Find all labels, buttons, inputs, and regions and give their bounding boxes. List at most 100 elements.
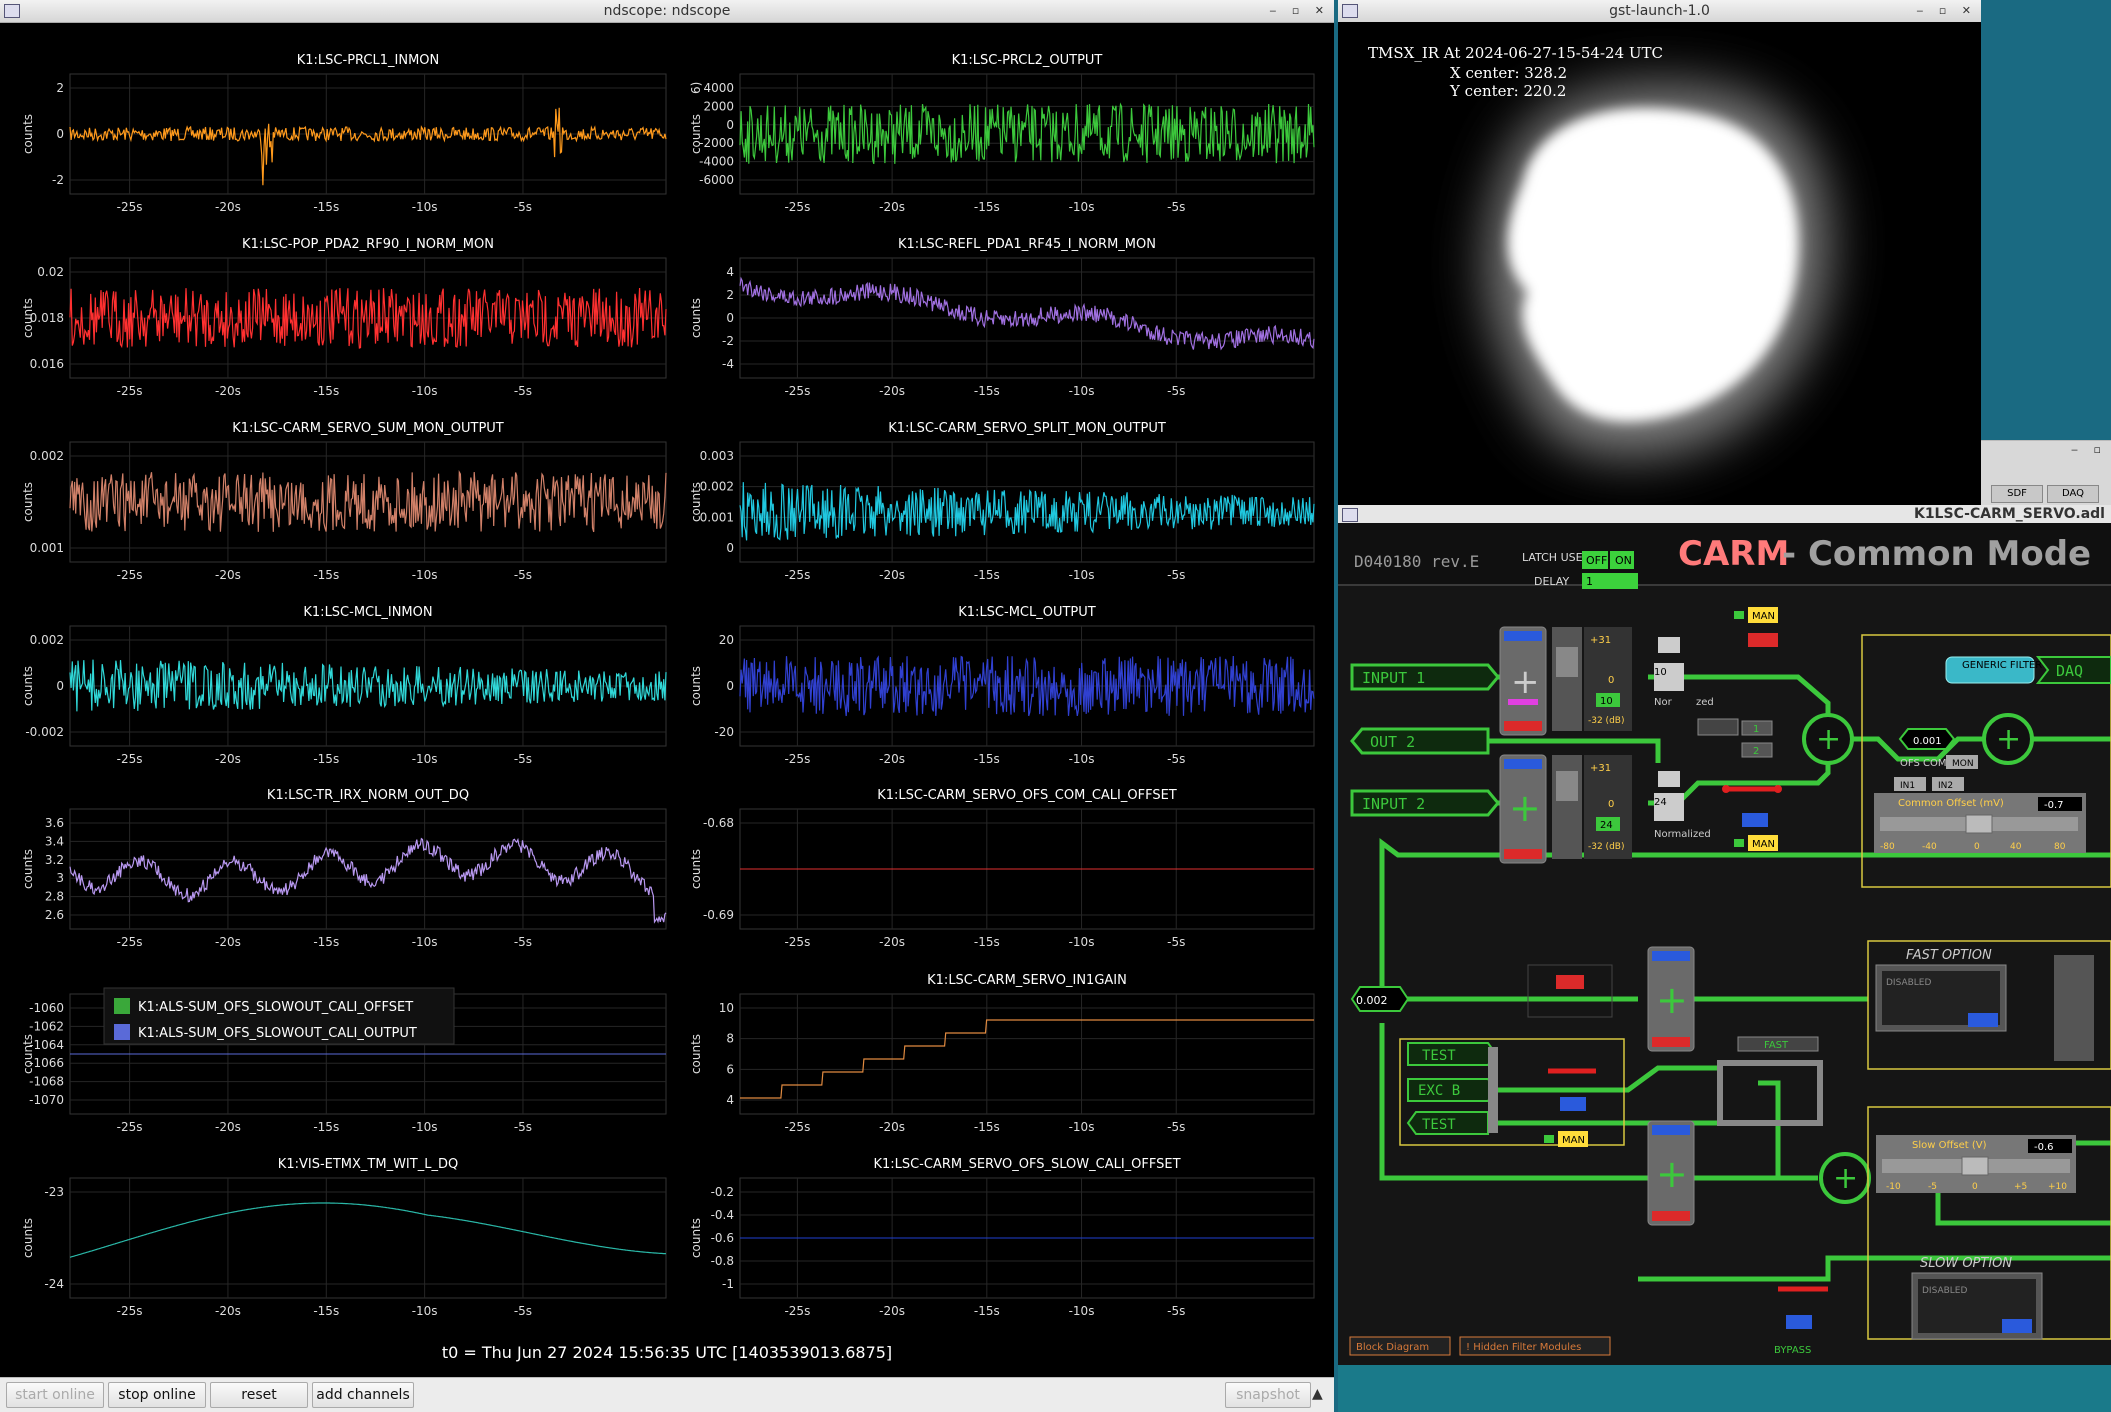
carm-titlebar[interactable]: K1LSC-CARM_SERVO.adl bbox=[1338, 505, 2111, 524]
plot-panel[interactable]: K1:LSC-MCL_OUTPUT -25s -20s -15s -10s -5s 20 0 -… bbox=[689, 605, 1315, 766]
slow-offset-value[interactable]: -0.6 bbox=[2034, 1142, 2054, 1153]
x-tick-label: -15s bbox=[313, 752, 339, 766]
window-controls[interactable]: ‒ ▫ ✕ bbox=[1916, 0, 1977, 22]
daq-button[interactable]: DAQ bbox=[2047, 485, 2099, 503]
window-controls[interactable]: ‒ ▫ ✕ bbox=[1269, 0, 1330, 22]
plot-trace bbox=[69, 837, 667, 924]
y-tick-label: 20 bbox=[719, 633, 734, 647]
norm1-value: 10 bbox=[1654, 667, 1667, 678]
snapshot-button[interactable]: snapshot bbox=[1225, 1382, 1311, 1408]
start-online-button[interactable]: start online bbox=[6, 1382, 104, 1408]
plot-panel[interactable]: K1:LSC-POP_PDA2_RF90_I_NORM_MON -25s -20s -… bbox=[21, 237, 667, 398]
exc-b-label: EXC B bbox=[1418, 1083, 1460, 1099]
svg-text:40: 40 bbox=[2010, 842, 2022, 852]
gain2-value: 24 bbox=[1600, 820, 1613, 831]
stop-online-button[interactable]: stop online bbox=[108, 1382, 206, 1408]
svg-text:0: 0 bbox=[1972, 1182, 1978, 1192]
fast-toggle[interactable] bbox=[1968, 1013, 1998, 1027]
gst-titlebar[interactable]: gst-launch-1.0 ‒ ▫ ✕ bbox=[1338, 0, 1981, 23]
plot-trace bbox=[739, 102, 1315, 165]
y-tick-label: -23 bbox=[44, 1185, 64, 1199]
doc-id-label: D040180 rev.E bbox=[1354, 552, 1479, 571]
plot-panel[interactable]: K1:LSC-PRCL1_INMON -25s -20s -15s -10s -5s 2 0 -… bbox=[21, 53, 667, 214]
y-tick-label: 0 bbox=[56, 679, 64, 693]
norm2-value: 24 bbox=[1654, 797, 1667, 808]
slow-toggle[interactable] bbox=[2002, 1319, 2032, 1333]
y-tick-label: -0.2 bbox=[711, 1185, 734, 1199]
collapse-arrow-icon[interactable]: ▲ bbox=[1312, 1386, 1323, 1402]
x-tick-label: -10s bbox=[1069, 752, 1095, 766]
add-channels-button[interactable]: add channels bbox=[312, 1382, 414, 1408]
svg-text:+: + bbox=[1816, 722, 1841, 757]
x-tick-label: -15s bbox=[974, 1304, 1000, 1318]
y-tick-label: 0.001 bbox=[700, 510, 734, 524]
x-center-readout: X center: 328.2 bbox=[1450, 64, 1567, 82]
x-tick-label: -20s bbox=[215, 935, 241, 949]
plot-panel[interactable]: K1:LSC-PRCL2_OUTPUT -25s -20s -15s -10s -5s 40… bbox=[689, 53, 1315, 214]
plot-area[interactable]: K1:LSC-PRCL1_INMON-25s -20s -15s -10s -5s20-… bbox=[0, 22, 1334, 1378]
x-tick-label: -25s bbox=[784, 1304, 810, 1318]
plot-panel[interactable]: K1:VIS-ETMX_TM_WIT_L_DQ -25s -20s -15s -10s -… bbox=[21, 1157, 667, 1318]
plot-frame bbox=[69, 441, 667, 563]
servo-red-toggle[interactable] bbox=[1556, 975, 1584, 989]
window-menu-icon[interactable] bbox=[1342, 508, 1358, 522]
common-offset-value[interactable]: -0.7 bbox=[2044, 800, 2064, 811]
block-diagram-label: Block Diagram bbox=[1356, 1342, 1429, 1353]
y-tick-label: -0.4 bbox=[711, 1208, 734, 1222]
input1-plus-icon: + bbox=[1511, 662, 1540, 702]
x-tick-label: -20s bbox=[215, 752, 241, 766]
x-tick-label: -5s bbox=[514, 1120, 532, 1134]
exc-toggle[interactable] bbox=[1560, 1097, 1586, 1111]
test-label-2: TEST bbox=[1422, 1117, 1456, 1133]
background-window[interactable]: ‒ ▫ SDF DAQ bbox=[1981, 440, 2111, 506]
gain1-max-label: +31 bbox=[1590, 635, 1611, 646]
plot-panel[interactable]: K1:LSC-CARM_SERVO_OFS_SLOW_CALI_OFFSET -2… bbox=[689, 1157, 1315, 1318]
plot-panel[interactable]: K1:LSC-CARM_SERVO_OFS_COM_CALI_OFFSET -25… bbox=[689, 788, 1315, 949]
plot-panel[interactable]: K1:LSC-CARM_SERVO_IN1GAIN -25s -20s -15s -10… bbox=[689, 973, 1315, 1134]
x-tick-label: -5s bbox=[514, 752, 532, 766]
y-axis-label: counts bbox=[689, 1034, 703, 1074]
y-tick-label: 4000 bbox=[703, 81, 734, 95]
x-tick-label: -5s bbox=[514, 935, 532, 949]
norm1-toggle[interactable] bbox=[1658, 637, 1680, 653]
y-tick-label: 3.6 bbox=[45, 816, 64, 830]
legend-swatch bbox=[114, 998, 130, 1014]
plot-panel[interactable]: K1:LSC-MCL_INMON -25s -20s -15s -10s -5s 0.002… bbox=[21, 605, 667, 766]
man-red-1[interactable] bbox=[1748, 633, 1778, 647]
x-tick-label: -10s bbox=[1069, 384, 1095, 398]
x-tick-label: -10s bbox=[412, 568, 438, 582]
x-tick-label: -15s bbox=[313, 1304, 339, 1318]
window-controls[interactable]: ‒ ▫ bbox=[2071, 443, 2107, 456]
input2-gain-slider[interactable] bbox=[1552, 755, 1582, 859]
x-tick-label: -25s bbox=[117, 200, 143, 214]
x-tick-label: -10s bbox=[412, 1304, 438, 1318]
plot-panel[interactable]: K1:LSC-TR_IRX_NORM_OUT_DQ -25s -20s -15s -10… bbox=[21, 788, 667, 949]
window-menu-icon[interactable] bbox=[1342, 4, 1358, 18]
switch-toggle[interactable] bbox=[1742, 813, 1768, 827]
plot-panel[interactable]: K1:LSC-CARM_SERVO_SPLIT_MON_OUTPUT -25s -2… bbox=[689, 421, 1315, 582]
plot-panel[interactable]: -25s -20s -15s -10s -5s-1060-1062-1064-1066-… bbox=[21, 987, 667, 1134]
plot-title: K1:VIS-ETMX_TM_WIT_L_DQ bbox=[278, 1157, 458, 1172]
x-tick-label: -15s bbox=[313, 1120, 339, 1134]
y-tick-label: -0.68 bbox=[703, 816, 734, 830]
bypass-toggle[interactable] bbox=[1786, 1315, 1812, 1329]
plot-panel[interactable]: K1:LSC-CARM_SERVO_SUM_MON_OUTPUT -25s -20s… bbox=[21, 421, 667, 582]
x-tick-label: -15s bbox=[974, 752, 1000, 766]
x-tick-label: -20s bbox=[215, 568, 241, 582]
sdf-button[interactable]: SDF bbox=[1991, 485, 2043, 503]
ndscope-titlebar[interactable]: ndscope: ndscope ‒ ▫ ✕ bbox=[0, 0, 1334, 23]
y-tick-label: 0.002 bbox=[700, 480, 734, 494]
common-offset-label: Common Offset (mV) bbox=[1898, 798, 2004, 809]
plot-frame bbox=[739, 993, 1315, 1115]
input1-gain-slider[interactable] bbox=[1552, 627, 1582, 731]
input2-plus-icon: + bbox=[1509, 786, 1541, 830]
plot-panel[interactable]: K1:LSC-REFL_PDA1_RF45_I_NORM_MON -25s -20s… bbox=[689, 237, 1315, 398]
y-tick-label: -4000 bbox=[699, 155, 734, 169]
slow-disabled-label: DISABLED bbox=[1922, 1286, 1967, 1296]
y-tick-label: -1 bbox=[722, 1277, 734, 1291]
y-tick-label: 0.002 bbox=[30, 633, 64, 647]
window-menu-icon[interactable] bbox=[4, 4, 20, 18]
reset-button[interactable]: reset bbox=[210, 1382, 308, 1408]
norm2-toggle[interactable] bbox=[1658, 771, 1680, 787]
y-axis-label: counts bbox=[21, 1034, 35, 1074]
